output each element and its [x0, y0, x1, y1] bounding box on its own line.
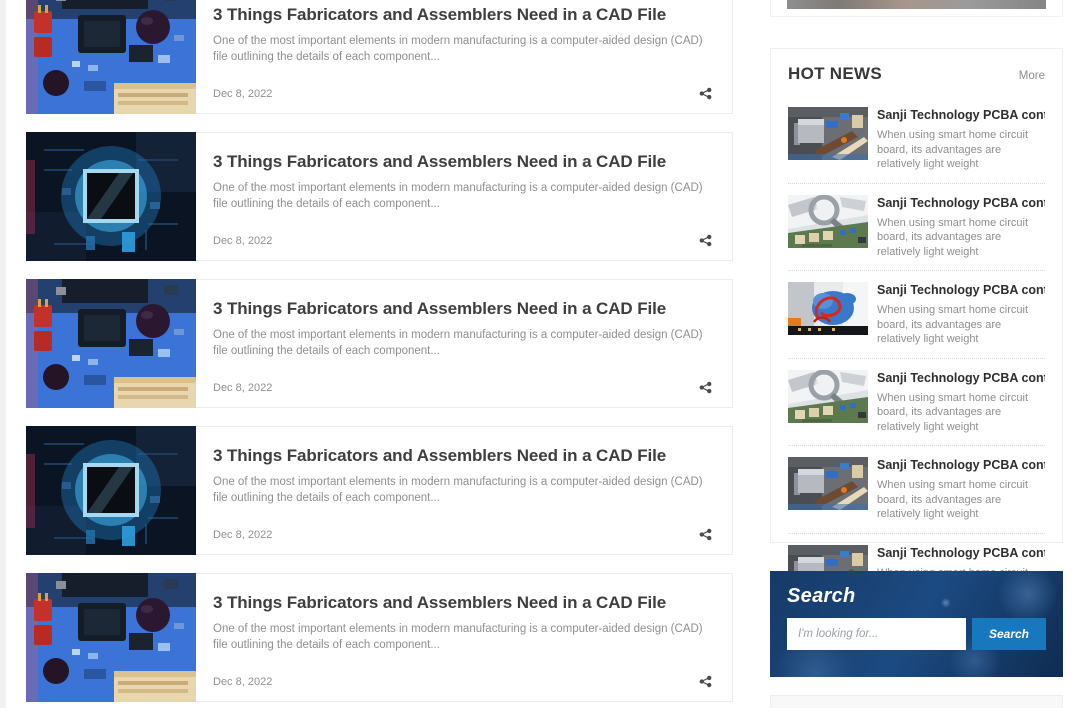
hot-news-thumbnail-magnifier-photo	[788, 370, 868, 423]
hot-news-item-title[interactable]: Sanji Technology PCBA control...	[877, 283, 1045, 297]
hot-news-title: HOT NEWS	[788, 64, 882, 84]
hot-news-item-excerpt: When using smart home circuit board, its…	[877, 303, 1045, 347]
article-list: 3 Things Fabricators and Assemblers Need…	[26, 0, 733, 708]
sidebar-top-widget-cutoff	[770, 0, 1063, 17]
share-icon[interactable]	[699, 675, 712, 688]
hot-news-more-link[interactable]: More	[1019, 70, 1045, 82]
article-title[interactable]: 3 Things Fabricators and Assemblers Need…	[213, 5, 712, 25]
share-icon[interactable]	[699, 528, 712, 541]
article-title[interactable]: 3 Things Fabricators and Assemblers Need…	[213, 152, 712, 172]
hot-news-thumbnail-glove-photo	[788, 282, 868, 335]
hot-news-thumbnail-magnifier-photo	[788, 195, 868, 248]
article-date: Dec 8, 2022	[213, 676, 272, 688]
article-title[interactable]: 3 Things Fabricators and Assemblers Need…	[213, 593, 712, 613]
hot-news-item-excerpt: When using smart home circuit board, its…	[877, 128, 1045, 172]
search-input[interactable]	[787, 618, 966, 650]
hot-news-thumbnail-motherboard-photo	[788, 457, 868, 510]
share-icon[interactable]	[699, 234, 712, 247]
article-thumbnail-cpu-photo[interactable]	[26, 426, 196, 555]
hot-news-item-title[interactable]: Sanji Technology PCBA control...	[877, 458, 1045, 472]
search-button[interactable]: Search	[972, 618, 1046, 650]
hot-news-item[interactable]: Sanji Technology PCBA control... When us…	[788, 184, 1045, 272]
sidebar-bottom-widget-cutoff	[770, 695, 1063, 708]
article-date: Dec 8, 2022	[213, 529, 272, 541]
article-title[interactable]: 3 Things Fabricators and Assemblers Need…	[213, 446, 712, 466]
article-excerpt: One of the most important elements in mo…	[213, 622, 712, 653]
hot-news-item-title[interactable]: Sanji Technology PCBA control...	[877, 546, 1045, 560]
article-date: Dec 8, 2022	[213, 88, 272, 100]
article-card[interactable]: 3 Things Fabricators and Assemblers Need…	[26, 426, 733, 555]
hot-news-item[interactable]: Sanji Technology PCBA control... When us…	[788, 96, 1045, 184]
hot-news-item-title[interactable]: Sanji Technology PCBA control...	[877, 108, 1045, 122]
article-date: Dec 8, 2022	[213, 235, 272, 247]
hot-news-item-excerpt: When using smart home circuit board, its…	[877, 391, 1045, 435]
article-excerpt: One of the most important elements in mo…	[213, 34, 712, 65]
article-thumbnail-pcb-photo[interactable]	[26, 573, 196, 702]
article-excerpt: One of the most important elements in mo…	[213, 475, 712, 506]
hot-news-item-title[interactable]: Sanji Technology PCBA control...	[877, 371, 1045, 385]
hot-news-widget: HOT NEWS More Sanji Technology PCBA cont…	[770, 48, 1063, 543]
sidebar-top-widget-image	[787, 0, 1046, 9]
article-card[interactable]: 3 Things Fabricators and Assemblers Need…	[26, 573, 733, 702]
article-date: Dec 8, 2022	[213, 382, 272, 394]
article-thumbnail-pcb-photo[interactable]	[26, 279, 196, 408]
article-thumbnail-cpu-photo[interactable]	[26, 132, 196, 261]
hot-news-item[interactable]: Sanji Technology PCBA control... When us…	[788, 359, 1045, 447]
hot-news-item-title[interactable]: Sanji Technology PCBA control...	[877, 196, 1045, 210]
article-excerpt: One of the most important elements in mo…	[213, 328, 712, 359]
article-excerpt: One of the most important elements in mo…	[213, 181, 712, 212]
share-icon[interactable]	[699, 381, 712, 394]
article-card[interactable]: 3 Things Fabricators and Assemblers Need…	[26, 0, 733, 114]
hot-news-item-excerpt: When using smart home circuit board, its…	[877, 216, 1045, 260]
article-thumbnail-pcb-photo[interactable]	[26, 0, 196, 114]
article-title[interactable]: 3 Things Fabricators and Assemblers Need…	[213, 299, 712, 319]
hot-news-thumbnail-motherboard-photo	[788, 107, 868, 160]
hot-news-item[interactable]: Sanji Technology PCBA control... When us…	[788, 271, 1045, 359]
search-widget: Search Search	[770, 571, 1063, 677]
search-widget-title: Search	[787, 585, 1046, 608]
hot-news-item[interactable]: Sanji Technology PCBA control... When us…	[788, 446, 1045, 534]
share-icon[interactable]	[699, 87, 712, 100]
hot-news-item-excerpt: When using smart home circuit board, its…	[877, 478, 1045, 522]
article-card[interactable]: 3 Things Fabricators and Assemblers Need…	[26, 279, 733, 408]
blog-listing-page: 3 Things Fabricators and Assemblers Need…	[0, 0, 1081, 708]
article-card[interactable]: 3 Things Fabricators and Assemblers Need…	[26, 132, 733, 261]
page-left-edge-strip	[0, 0, 6, 708]
